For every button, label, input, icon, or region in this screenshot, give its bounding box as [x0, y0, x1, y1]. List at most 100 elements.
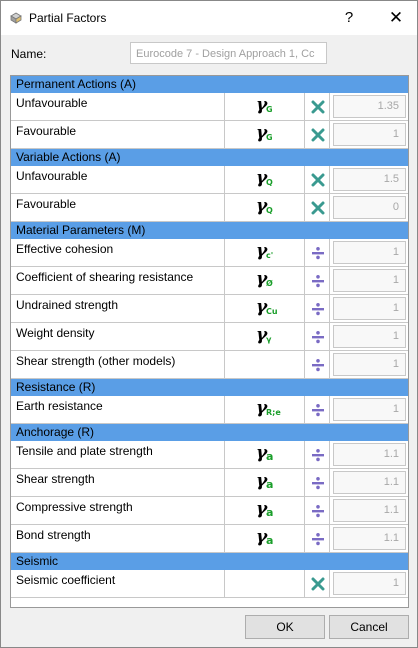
help-button[interactable]: ?	[335, 1, 363, 35]
factor-symbol: γQ	[225, 166, 305, 193]
factor-label: Earth resistance	[11, 396, 225, 423]
multiply-icon[interactable]	[311, 201, 325, 215]
factor-row: Favourable γ G 1	[11, 121, 408, 149]
title-bar: Partial Factors ? ✕	[1, 1, 417, 35]
ok-button[interactable]: OK	[245, 615, 325, 639]
factor-symbol: γG	[225, 121, 305, 148]
divide-icon[interactable]	[311, 246, 325, 260]
factor-value-input[interactable]: 1.1	[333, 499, 406, 522]
factor-action[interactable]	[305, 441, 330, 468]
factor-row: Coefficient of shearing resistance γ Ø 1	[11, 267, 408, 295]
factor-value-input[interactable]: 1	[333, 269, 406, 292]
gamma-subscript: Q	[266, 178, 273, 187]
section-header: Material Parameters (M)	[11, 222, 408, 239]
factor-action[interactable]	[305, 239, 330, 266]
multiply-icon[interactable]	[311, 100, 325, 114]
gamma-subscript: G	[266, 133, 273, 142]
factor-action[interactable]	[305, 93, 330, 120]
factor-value-input[interactable]: 1	[333, 297, 406, 320]
name-field[interactable]: Eurocode 7 - Design Approach 1, Cc	[130, 42, 327, 64]
factor-action[interactable]	[305, 121, 330, 148]
section-header: Resistance (R)	[11, 379, 408, 396]
gamma-subscript: Q	[266, 206, 273, 215]
divide-icon[interactable]	[311, 274, 325, 288]
gamma-subscript: Cu	[266, 307, 278, 316]
gamma-subscript: a	[266, 450, 274, 463]
window-title: Partial Factors	[29, 11, 107, 25]
gamma-subscript: Ø	[266, 279, 273, 288]
section-header: Seismic	[11, 553, 408, 570]
section-header: Anchorage (R)	[11, 424, 408, 441]
factor-row: Unfavourable γ Q 1.5	[11, 166, 408, 194]
factor-row: Undrained strength γ Cu 1	[11, 295, 408, 323]
name-label: Name:	[11, 47, 47, 61]
multiply-icon[interactable]	[311, 173, 325, 187]
divide-icon[interactable]	[311, 532, 325, 546]
factor-row: Favourable γ Q 0	[11, 194, 408, 222]
factor-value-input[interactable]: 1.35	[333, 95, 406, 118]
factor-action[interactable]	[305, 469, 330, 496]
divide-icon[interactable]	[311, 476, 325, 490]
factor-label: Compressive strength	[11, 497, 225, 524]
factor-label: Tensile and plate strength	[11, 441, 225, 468]
factor-value-input[interactable]: 1	[333, 572, 406, 595]
factor-row: Compressive strength γ a 1.1	[11, 497, 408, 525]
factor-action[interactable]	[305, 323, 330, 350]
factor-value-input[interactable]: 1.5	[333, 168, 406, 191]
factor-value-input[interactable]: 1	[333, 398, 406, 421]
divide-icon[interactable]	[311, 403, 325, 417]
divide-icon[interactable]	[311, 330, 325, 344]
factor-action[interactable]	[305, 194, 330, 221]
divide-icon[interactable]	[311, 358, 325, 372]
factor-value-input[interactable]: 1.1	[333, 443, 406, 466]
factor-label: Shear strength	[11, 469, 225, 496]
factor-value-input[interactable]: 0	[333, 196, 406, 219]
factor-action[interactable]	[305, 525, 330, 552]
factor-action[interactable]	[305, 570, 330, 597]
factor-label: Unfavourable	[11, 93, 225, 120]
partial-factors-dialog: Partial Factors ? ✕ Name: Eurocode 7 - D…	[0, 0, 418, 648]
row-divider	[11, 597, 408, 598]
factor-symbol: γØ	[225, 267, 305, 294]
factor-label: Favourable	[11, 194, 225, 221]
factor-action[interactable]	[305, 166, 330, 193]
factor-row: Bond strength γ a 1.1	[11, 525, 408, 553]
factor-row: Unfavourable γ G 1.35	[11, 93, 408, 121]
gamma-subscript: a	[266, 506, 274, 519]
factor-label: Undrained strength	[11, 295, 225, 322]
factor-value-input[interactable]: 1	[333, 353, 406, 376]
factor-action[interactable]	[305, 497, 330, 524]
factor-label: Seismic coefficient	[11, 570, 225, 597]
gamma-subscript: a	[266, 534, 274, 547]
divide-icon[interactable]	[311, 504, 325, 518]
multiply-icon[interactable]	[311, 128, 325, 142]
app-icon	[10, 12, 22, 24]
factor-value-input[interactable]: 1	[333, 325, 406, 348]
multiply-icon[interactable]	[311, 577, 325, 591]
factor-symbol: γQ	[225, 194, 305, 221]
factor-action[interactable]	[305, 267, 330, 294]
factor-value-input[interactable]: 1	[333, 241, 406, 264]
gamma-subscript: γ	[266, 335, 272, 344]
factor-symbol: γa	[225, 497, 305, 524]
factor-action[interactable]	[305, 351, 330, 378]
close-button[interactable]: ✕	[379, 1, 413, 35]
factor-action[interactable]	[305, 295, 330, 322]
factor-symbol: γ R;e	[225, 396, 305, 423]
factor-value-input[interactable]: 1	[333, 123, 406, 146]
factor-label: Bond strength	[11, 525, 225, 552]
gamma-subscript: G	[266, 105, 273, 114]
factor-value-input[interactable]: 1.1	[333, 471, 406, 494]
divide-icon[interactable]	[311, 448, 325, 462]
factor-label: Effective cohesion	[11, 239, 225, 266]
cancel-button[interactable]: Cancel	[329, 615, 409, 639]
gamma-subscript: a	[266, 478, 274, 491]
factor-symbol: γγ	[225, 323, 305, 350]
factor-value-input[interactable]: 1.1	[333, 527, 406, 550]
factor-symbol: γa	[225, 469, 305, 496]
factor-symbol: γa	[225, 441, 305, 468]
divide-icon[interactable]	[311, 302, 325, 316]
factor-action[interactable]	[305, 396, 330, 423]
factor-row: Weight density γ γ 1	[11, 323, 408, 351]
factor-row: Shear strength (other models) 1	[11, 351, 408, 379]
